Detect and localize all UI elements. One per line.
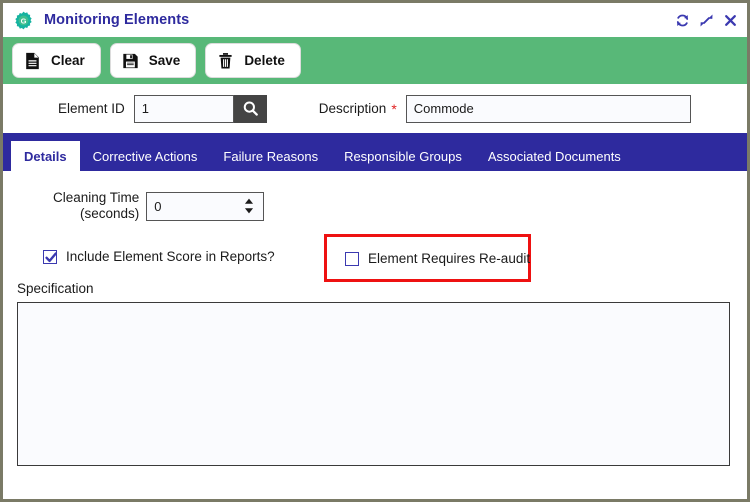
- stepper-arrows-icon[interactable]: [243, 198, 255, 215]
- element-id-label: Element ID: [58, 101, 125, 116]
- tab-details[interactable]: Details: [11, 141, 80, 171]
- close-icon[interactable]: [723, 13, 738, 28]
- requires-reaudit-checkbox[interactable]: [345, 251, 359, 266]
- specification-textarea[interactable]: [17, 302, 730, 466]
- clear-button[interactable]: Clear: [12, 43, 101, 78]
- window-titlebar: G Monitoring Elements: [3, 3, 747, 38]
- description-label: Description: [318, 101, 387, 116]
- cleaning-time-row: Cleaning Time (seconds): [53, 190, 265, 222]
- gear-icon: G: [15, 11, 32, 29]
- monitoring-elements-window: G Monitoring Elements Clear Save Delete …: [0, 0, 750, 502]
- include-score-label[interactable]: Include Element Score in Reports?: [66, 249, 275, 264]
- description-input[interactable]: [405, 94, 691, 123]
- tab-failure-reasons[interactable]: Failure Reasons: [210, 141, 331, 171]
- details-panel: Cleaning Time (seconds) Include Element …: [3, 171, 747, 499]
- checkmark-icon: [45, 251, 57, 262]
- tab-responsible-groups[interactable]: Responsible Groups: [331, 141, 475, 171]
- window-controls: [675, 13, 738, 28]
- include-score-checkbox-row[interactable]: Include Element Score in Reports?: [43, 249, 275, 264]
- cleaning-time-label: Cleaning Time (seconds): [53, 190, 139, 222]
- element-id-search-button[interactable]: [233, 94, 267, 123]
- tab-associated-documents[interactable]: Associated Documents: [475, 141, 634, 171]
- page-title: Monitoring Elements: [44, 12, 190, 28]
- clear-button-label: Clear: [51, 53, 85, 68]
- requires-reaudit-label[interactable]: Element Requires Re-audit: [368, 251, 530, 266]
- cleaning-time-label-line1: Cleaning Time: [53, 190, 140, 205]
- refresh-icon[interactable]: [675, 13, 690, 28]
- element-id-input[interactable]: [133, 94, 234, 123]
- trash-icon: [219, 52, 232, 69]
- requires-reaudit-checkbox-row[interactable]: Element Requires Re-audit: [345, 251, 530, 266]
- cleaning-time-stepper[interactable]: [146, 191, 265, 221]
- description-required-marker: *: [391, 100, 397, 117]
- delete-button-label: Delete: [244, 53, 285, 68]
- cleaning-time-label-line2: (seconds): [80, 206, 140, 221]
- delete-button[interactable]: Delete: [205, 43, 301, 78]
- cleaning-time-input[interactable]: [147, 197, 245, 215]
- action-toolbar: Clear Save Delete: [3, 37, 747, 84]
- svg-text:G: G: [21, 16, 27, 25]
- expand-icon[interactable]: [699, 13, 714, 28]
- save-button-label: Save: [148, 53, 181, 68]
- floppy-disk-icon: [123, 53, 138, 68]
- identity-field-row: Element ID Description *: [3, 84, 747, 133]
- include-score-checkbox[interactable]: [43, 249, 57, 264]
- document-icon: [26, 52, 39, 69]
- tab-corrective-actions[interactable]: Corrective Actions: [80, 141, 211, 171]
- tab-bar: Details Corrective Actions Failure Reaso…: [3, 133, 747, 171]
- save-button[interactable]: Save: [109, 43, 197, 78]
- specification-label: Specification: [17, 281, 94, 296]
- search-icon: [243, 101, 258, 116]
